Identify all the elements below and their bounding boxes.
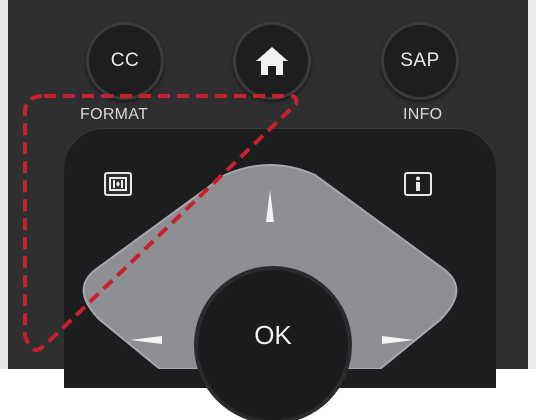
ok-button-label: OK <box>254 320 292 350</box>
ok-button[interactable]: OK <box>198 270 348 420</box>
remote-control-closeup: CC SAP FORMAT INFO OK <box>0 0 536 420</box>
